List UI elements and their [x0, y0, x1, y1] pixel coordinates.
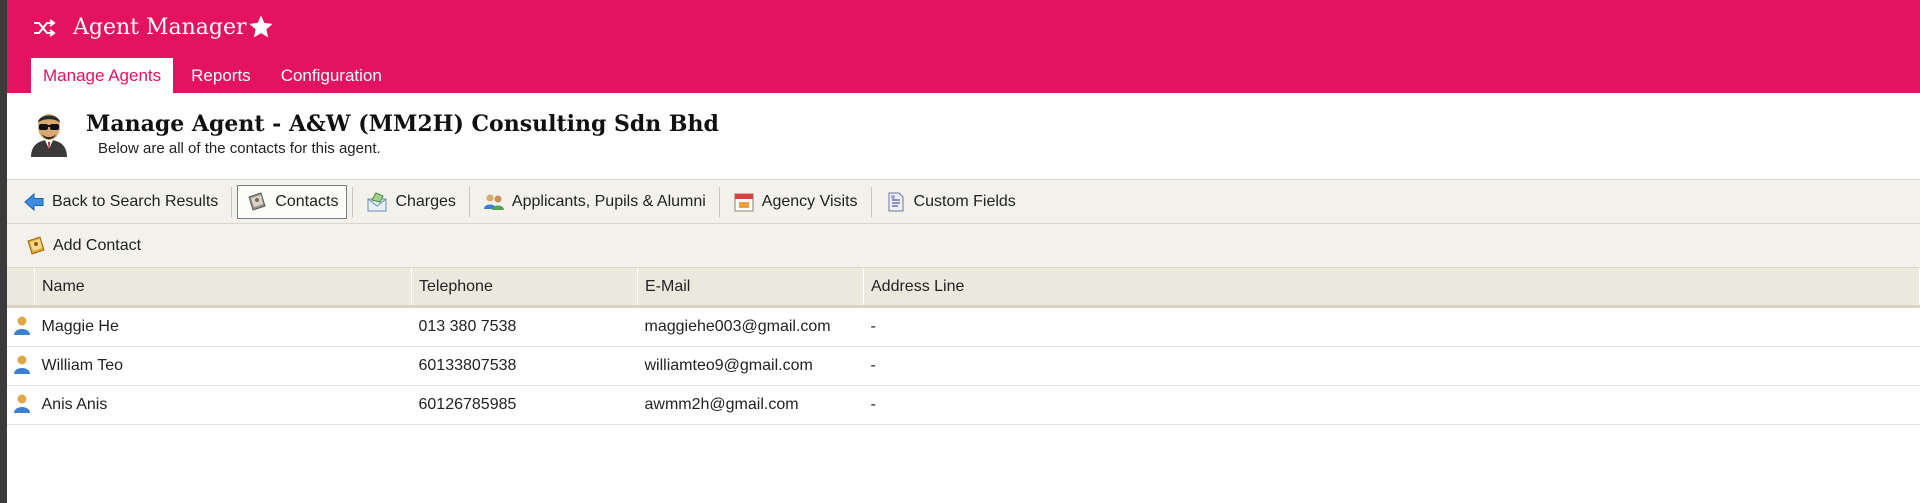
- custom-fields-label: Custom Fields: [913, 192, 1016, 210]
- back-to-search-results-button[interactable]: Back to Search Results: [15, 185, 226, 219]
- contact-name: Anis Anis: [34, 385, 412, 425]
- column-header-address-line[interactable]: Address Line: [863, 268, 1920, 308]
- contacts-button[interactable]: Contacts: [237, 184, 348, 219]
- contacts-subbar: Add Contact: [7, 224, 1920, 268]
- contact-email: awmm2h@gmail.com: [637, 385, 864, 425]
- tab-configuration[interactable]: Configuration: [269, 58, 394, 93]
- toolbar-divider: [231, 186, 233, 217]
- contact-person-icon: [13, 355, 31, 378]
- contact-address: -: [863, 306, 1920, 347]
- window-left-edge: [0, 0, 7, 503]
- applicants-pupils-alumni-button[interactable]: Applicants, Pupils & Alumni: [475, 185, 714, 219]
- column-header-email[interactable]: E-Mail: [637, 268, 864, 308]
- applicants-pupils-alumni-label: Applicants, Pupils & Alumni: [511, 192, 706, 210]
- main-nav: Manage Agents Reports Configuration: [31, 58, 394, 93]
- column-header-telephone[interactable]: Telephone: [411, 268, 638, 308]
- page-header: Manage Agent - A&W (MM2H) Consulting Sdn…: [7, 93, 1920, 180]
- toolbar-divider: [352, 186, 354, 217]
- toolbar-divider: [870, 186, 872, 217]
- page-subtitle: Below are all of the contacts for this a…: [98, 140, 381, 157]
- add-contact-icon: [25, 235, 47, 257]
- contact-telephone: 013 380 7538: [411, 306, 638, 347]
- contact-address: -: [863, 385, 1920, 425]
- contact-name: William Teo: [34, 346, 412, 386]
- envelope-charges-icon: [366, 191, 388, 213]
- contact-person-icon: [13, 316, 31, 339]
- contact-telephone: 60126785985: [411, 385, 638, 425]
- add-contact-button[interactable]: Add Contact: [17, 229, 149, 263]
- tab-manage-agents[interactable]: Manage Agents: [31, 58, 174, 93]
- calendar-icon: [733, 191, 755, 213]
- back-arrow-icon: [23, 191, 45, 213]
- app-window: Agent Manager Manage Agents Reports Conf…: [7, 0, 1920, 503]
- tab-reports[interactable]: Reports: [179, 58, 263, 93]
- custom-fields-button[interactable]: Custom Fields: [877, 185, 1024, 219]
- contact-email: maggiehe003@gmail.com: [637, 306, 864, 347]
- contact-email: williamteo9@gmail.com: [637, 346, 864, 386]
- toolbar-divider: [718, 186, 720, 217]
- people-group-icon: [483, 191, 505, 213]
- agent-avatar-icon: [27, 109, 71, 157]
- table-row[interactable]: Anis Anis 60126785985 awmm2h@gmail.com -: [7, 385, 1920, 425]
- contact-telephone: 60133807538: [411, 346, 638, 386]
- contact-name: Maggie He: [34, 306, 412, 347]
- table-row[interactable]: Maggie He 013 380 7538 maggiehe003@gmail…: [7, 306, 1920, 347]
- address-book-icon: [246, 191, 268, 213]
- table-row[interactable]: William Teo 60133807538 williamteo9@gmai…: [7, 346, 1920, 386]
- favorite-star-icon[interactable]: [247, 13, 275, 41]
- shuffle-icon[interactable]: [29, 14, 59, 42]
- back-to-search-results-label: Back to Search Results: [52, 192, 219, 210]
- app-title: Agent Manager: [73, 15, 247, 40]
- column-header-name[interactable]: Name: [34, 268, 412, 308]
- page-title: Manage Agent - A&W (MM2H) Consulting Sdn…: [86, 111, 719, 137]
- contact-address: -: [863, 346, 1920, 386]
- add-contact-label: Add Contact: [53, 236, 142, 254]
- contact-person-icon: [13, 394, 31, 417]
- charges-button[interactable]: Charges: [358, 185, 463, 219]
- agency-visits-button[interactable]: Agency Visits: [725, 185, 866, 219]
- app-header: Agent Manager Manage Agents Reports Conf…: [7, 0, 1920, 93]
- custom-fields-icon: [885, 191, 907, 213]
- agency-visits-label: Agency Visits: [761, 192, 858, 210]
- agent-toolbar: Back to Search Results Contacts Charges …: [7, 180, 1920, 224]
- charges-label: Charges: [395, 192, 456, 210]
- toolbar-divider: [468, 186, 470, 217]
- contacts-label: Contacts: [275, 192, 339, 210]
- icon-column-header: [7, 268, 35, 308]
- contacts-table: Name Telephone E-Mail Address Line Maggi…: [7, 268, 1920, 425]
- table-header-row: Name Telephone E-Mail Address Line: [7, 268, 1920, 308]
